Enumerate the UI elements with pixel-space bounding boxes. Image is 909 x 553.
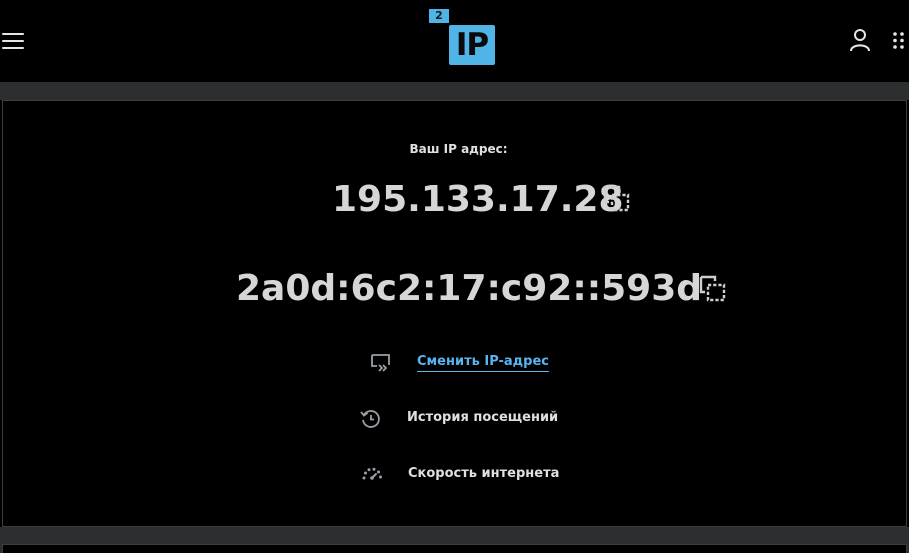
ip-caption: Ваш IP адрес: bbox=[409, 142, 508, 156]
ipv4-row: 195.133.17.28 bbox=[0, 177, 909, 223]
change-ip-icon bbox=[371, 354, 390, 372]
logo-badge: 2 bbox=[429, 9, 449, 23]
top-header: 2 IP bbox=[0, 0, 909, 82]
history-label: История посещений bbox=[407, 410, 559, 425]
next-card-edge bbox=[2, 544, 907, 553]
header-separator bbox=[0, 82, 909, 100]
ipv6-row: 2a0d:6c2:17:c92::593d bbox=[0, 266, 909, 312]
apps-grid-icon[interactable] bbox=[892, 32, 909, 49]
ipv6-address[interactable]: 2a0d:6c2:17:c92::593d bbox=[236, 266, 702, 312]
copy-icon[interactable] bbox=[699, 275, 727, 303]
user-icon[interactable] bbox=[849, 28, 871, 52]
history-icon bbox=[360, 410, 380, 428]
change-ip-link[interactable]: Сменить IP-адрес bbox=[417, 354, 549, 372]
ipv4-address[interactable]: 195.133.17.28 bbox=[332, 177, 624, 223]
hamburger-menu-icon[interactable] bbox=[2, 30, 24, 50]
speed-action[interactable]: Скорость интернета bbox=[360, 463, 560, 487]
speed-label: Скорость интернета bbox=[408, 466, 560, 481]
logo-text: IP bbox=[449, 25, 495, 65]
copy-icon[interactable] bbox=[603, 185, 631, 213]
change-ip-action[interactable]: Сменить IP-адрес bbox=[369, 351, 559, 375]
history-action[interactable]: История посещений bbox=[359, 407, 559, 431]
speedometer-icon bbox=[362, 467, 382, 480]
site-logo[interactable]: 2 IP bbox=[429, 9, 497, 67]
